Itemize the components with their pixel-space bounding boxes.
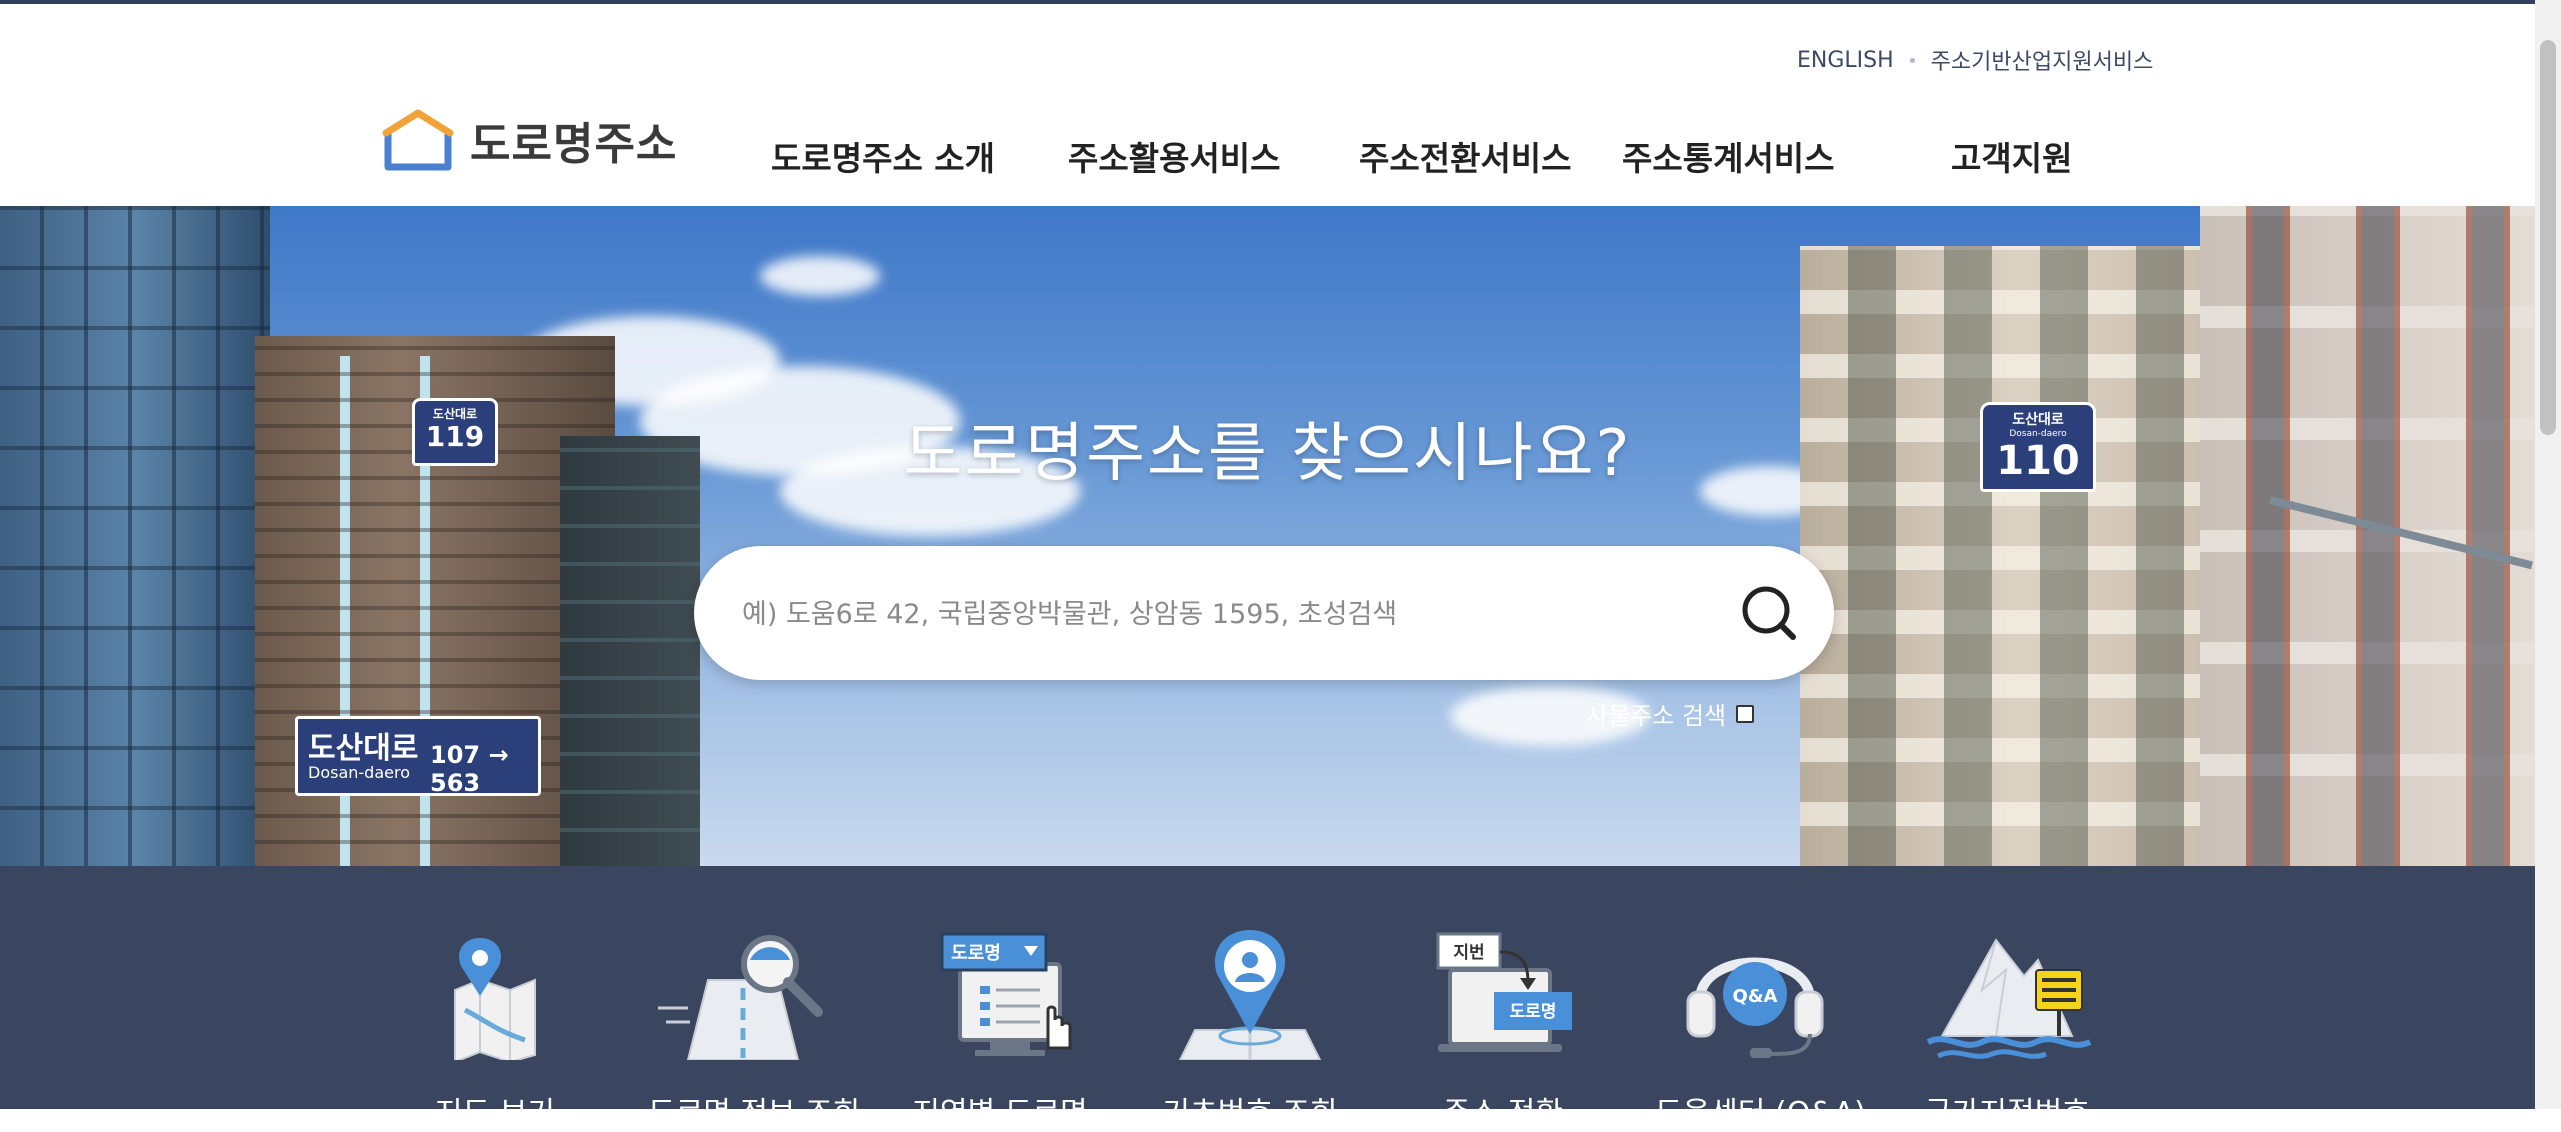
nav-intro[interactable]: 도로명주소 소개 — [771, 132, 995, 180]
address-search-input[interactable] — [740, 586, 1704, 642]
svg-text:지번: 지번 — [1453, 943, 1484, 963]
svg-text:Q&A: Q&A — [1733, 986, 1778, 1007]
building-dark-left — [560, 436, 700, 866]
nav-conversion[interactable]: 주소전환서비스 — [1359, 132, 1572, 180]
cloud — [760, 256, 880, 296]
quick-menu-bar: 지도 보기 도로명 정보 조회 도로명 지역별 도로명 기초번호 조회 지번 도… — [0, 866, 2535, 1131]
quick-item-base-number[interactable]: 기초번호 조회 — [1150, 866, 1350, 1132]
regional-road-icon: 도로명 — [940, 932, 1072, 1056]
utility-links: ENGLISH 주소기반산업지원서비스 — [1797, 44, 2153, 76]
quick-item-regional-road[interactable]: 도로명 지역별 도로명 — [900, 866, 1100, 1132]
quick-item-road-info[interactable]: 도로명 정보 조회 — [648, 866, 861, 1132]
road-search-icon — [658, 935, 823, 1060]
hero-title: 도로명주소를 찾으시나요? — [903, 417, 1632, 491]
quick-item-map[interactable]: 지도 보기 — [395, 866, 595, 1132]
svg-text:도로명: 도로명 — [951, 943, 1001, 964]
address-search-box — [694, 546, 1834, 680]
top-accent-line — [0, 0, 2535, 4]
nav-statistics[interactable]: 주소통계서비스 — [1622, 132, 1835, 180]
quick-label: 주소 전환 — [1443, 1096, 1563, 1131]
site-logo[interactable]: 도로명주소 — [382, 108, 677, 172]
search-icon — [1742, 586, 1796, 640]
svg-text:도로명: 도로명 — [1510, 1002, 1557, 1022]
quick-item-address-convert[interactable]: 지번 도로명 주소 전환 — [1403, 866, 1603, 1132]
quick-label: 지역별 도로명 — [912, 1096, 1088, 1131]
nav-utilization[interactable]: 주소활용서비스 — [1068, 132, 1281, 180]
quick-item-national-point[interactable]: 국가지점번호 — [1907, 866, 2107, 1132]
help-center-icon: Q&A — [1686, 957, 1824, 1058]
english-link[interactable]: ENGLISH — [1797, 48, 1894, 73]
separator-dot — [1909, 57, 1915, 63]
quick-label: 국가지점번호 — [1924, 1096, 2090, 1131]
building-brick-right — [2200, 206, 2535, 866]
quick-label: 도로명 정보 조회 — [648, 1096, 861, 1131]
hero-banner: 도산대로 119 도산대로 Dosan-daero 107 → 563 도산대로… — [0, 206, 2535, 866]
industry-support-link[interactable]: 주소기반산업지원서비스 — [1931, 44, 2154, 76]
address-convert-icon: 지번 도로명 — [1436, 932, 1572, 1052]
national-point-icon — [1926, 938, 2092, 1059]
nav-support[interactable]: 고객지원 — [1951, 132, 2072, 180]
search-button[interactable] — [1738, 582, 1800, 644]
quick-label: 도움센터 (Q&A) — [1655, 1096, 1866, 1131]
quick-item-help-center[interactable]: Q&A 도움센터 (Q&A) — [1655, 866, 1866, 1132]
road-sign-dosan-daero: 도산대로 Dosan-daero 107 → 563 — [295, 716, 541, 797]
map-icon — [454, 938, 536, 1060]
page-scrollbar[interactable] — [2535, 0, 2561, 1109]
building-search-checkbox[interactable] — [1736, 704, 1755, 723]
scrollbar-thumb[interactable] — [2540, 40, 2556, 435]
building-address-search: 사물주소 검색 — [1586, 696, 1755, 731]
quick-label: 기초번호 조회 — [1162, 1096, 1338, 1131]
logo-text: 도로명주소 — [470, 119, 678, 170]
house-logo-icon — [382, 109, 454, 171]
location-pin-icon — [1178, 930, 1322, 1060]
building-glass-left — [0, 206, 270, 866]
building-beige-right — [1800, 246, 2240, 866]
building-search-label: 사물주소 검색 — [1586, 702, 1727, 730]
quick-label: 지도 보기 — [435, 1096, 555, 1131]
